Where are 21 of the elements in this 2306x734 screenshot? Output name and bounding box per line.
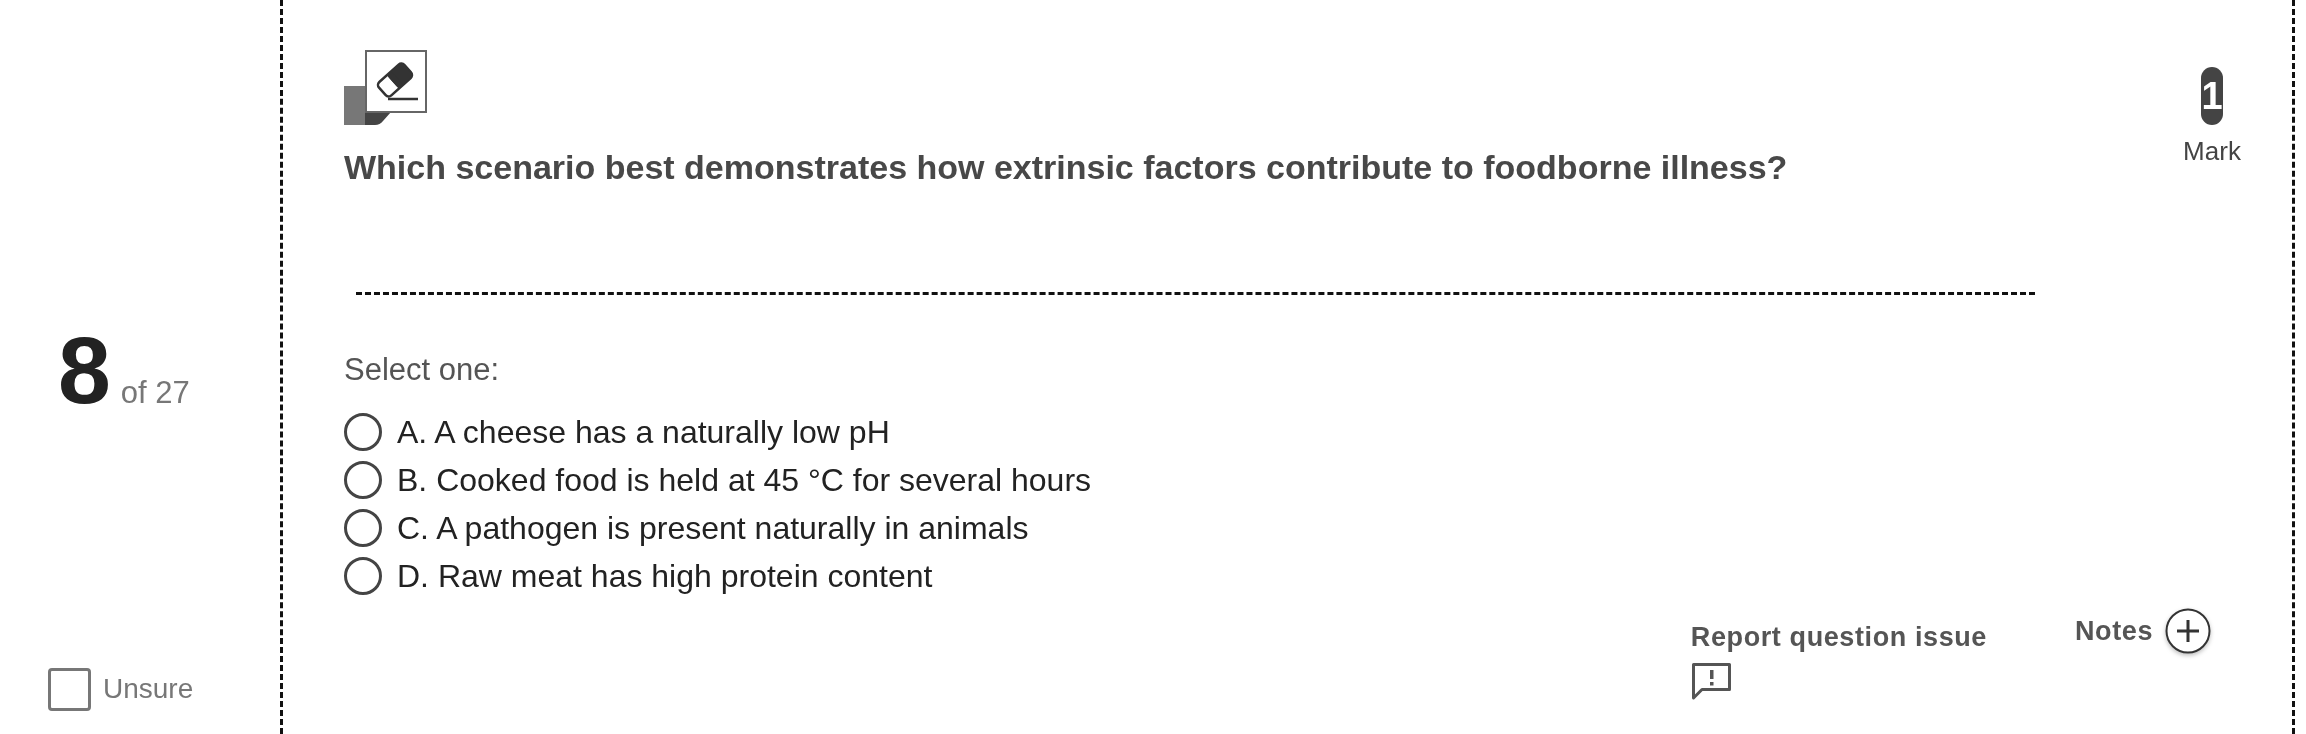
option-label[interactable]: A. A cheese has a naturally low pH bbox=[397, 413, 890, 451]
eraser-icon[interactable] bbox=[344, 50, 427, 125]
unsure-checkbox[interactable] bbox=[48, 668, 91, 711]
speech-bubble-alert-icon[interactable] bbox=[1690, 662, 1732, 700]
question-total: of 27 bbox=[120, 377, 190, 408]
notes-button[interactable]: Notes bbox=[2075, 608, 2211, 654]
unsure-label[interactable]: Unsure bbox=[103, 673, 194, 706]
report-issue-button[interactable]: Report question issue bbox=[1690, 621, 1987, 700]
question-text: Which scenario best demonstrates how extrinsic factors contribute to foodborne illness? bbox=[344, 147, 1789, 188]
radio-button[interactable] bbox=[344, 413, 382, 451]
option-label[interactable]: D. Raw meat has high protein content bbox=[397, 557, 933, 595]
radio-button[interactable] bbox=[344, 461, 382, 499]
radio-button[interactable] bbox=[344, 509, 382, 547]
marks-label: Mark bbox=[2183, 137, 2241, 167]
option-label[interactable]: C. A pathogen is present naturally in animals bbox=[397, 509, 1029, 547]
plus-circle-icon[interactable] bbox=[2165, 608, 2211, 654]
radio-button[interactable] bbox=[344, 557, 382, 595]
marks-badge: 1 bbox=[2201, 67, 2223, 125]
select-prompt: Select one: bbox=[344, 351, 501, 388]
question-number: 8 bbox=[58, 323, 111, 418]
option-label[interactable]: B. Cooked food is held at 45 °C for several hours bbox=[397, 461, 1092, 499]
